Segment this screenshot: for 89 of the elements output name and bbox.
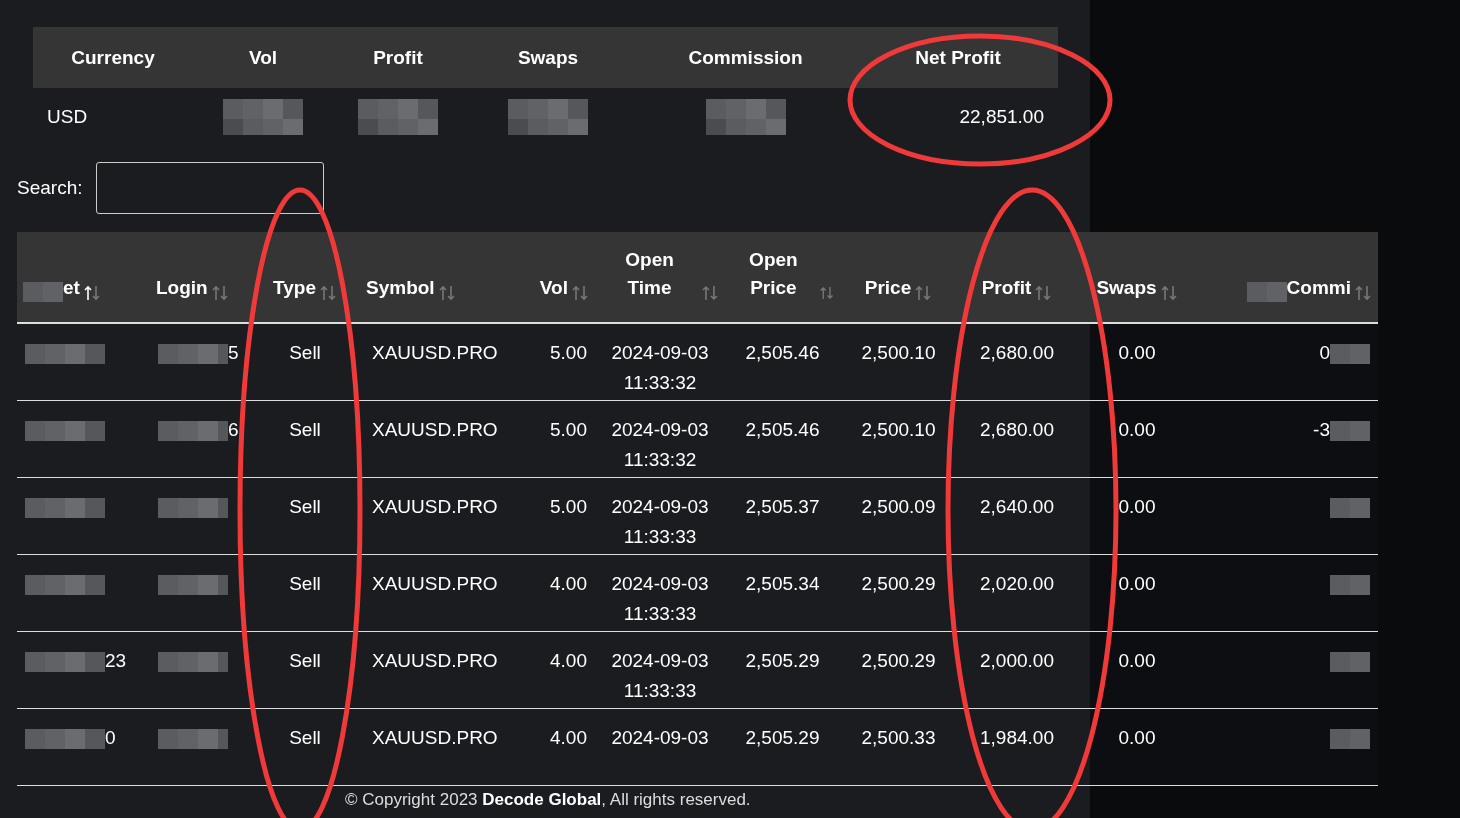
table-cell: 2,500.29 <box>861 650 936 671</box>
table-cell: 0.00 <box>1118 727 1156 748</box>
table-cell: 23 <box>105 650 127 671</box>
table-cell: 0.00 <box>1118 342 1156 363</box>
table-cell: 2,500.33 <box>861 727 936 748</box>
table-cell: 2024-09-03 11:33:32 <box>611 419 709 470</box>
column-header[interactable]: Open Time <box>601 246 699 302</box>
table-cell: 5.00 <box>550 342 587 363</box>
table-cell: 4.00 <box>550 727 587 748</box>
table-cell: USD <box>47 106 88 128</box>
column-header[interactable]: Price <box>864 274 912 302</box>
table-cell: Sell <box>289 650 321 671</box>
redaction-drawing <box>1330 652 1370 672</box>
table-cell: 2024-09-03 11:33:32 <box>611 342 709 393</box>
table-cell: Sell <box>289 342 321 363</box>
table-cell: XAUUSD.PRO <box>372 496 498 517</box>
table-cell: 2,640.00 <box>980 496 1054 517</box>
copyright-text: © Copyright 2023 Decode Global, All rights reserved. <box>345 790 752 810</box>
table-cell: 2024-09-03 11:33:33 <box>611 573 709 624</box>
column-header: Vol <box>193 27 333 88</box>
search-label: Search: <box>17 177 83 199</box>
table-cell: 5 <box>228 342 239 363</box>
table-cell: 4.00 <box>550 573 587 594</box>
table-cell: XAUUSD.PRO <box>372 650 498 671</box>
redaction-drawing <box>1330 421 1370 441</box>
table-cell: 0.00 <box>1118 573 1156 594</box>
table-cell: XAUUSD.PRO <box>372 419 498 440</box>
table-cell: 2,505.29 <box>745 650 820 671</box>
table-cell: 5.00 <box>550 419 587 440</box>
table-cell: 2,500.29 <box>861 573 936 594</box>
column-header: Swaps <box>463 27 633 88</box>
redaction-drawing <box>158 729 228 749</box>
column-header[interactable]: Type <box>273 274 316 302</box>
table-cell: 2,505.46 <box>745 342 820 363</box>
table-cell: 0.00 <box>1118 650 1156 671</box>
search-field[interactable] <box>96 162 325 214</box>
table-cell: 2,680.00 <box>980 342 1054 363</box>
redaction-drawing <box>158 652 228 672</box>
table-cell: 2,020.00 <box>980 573 1054 594</box>
table-cell: 4.00 <box>550 650 587 671</box>
table-cell: XAUUSD.PRO <box>372 342 498 363</box>
sort-icon[interactable] <box>82 284 101 302</box>
table-cell: 6 <box>228 419 239 440</box>
table-cell: 2,500.10 <box>861 342 936 363</box>
column-header: Profit <box>333 27 463 88</box>
table-cell: -3 <box>1313 419 1330 440</box>
table-cell: 2,000.00 <box>980 650 1054 671</box>
table-cell: 22,851.00 <box>959 106 1044 128</box>
table-cell: XAUUSD.PRO <box>372 573 498 594</box>
column-header: Currency <box>33 27 193 88</box>
table-cell: 2,500.10 <box>861 419 936 440</box>
column-header[interactable]: Commi <box>1286 274 1351 302</box>
table-cell: Sell <box>289 573 321 594</box>
table-cell: Sell <box>289 727 321 748</box>
table-cell: 1,984.00 <box>980 727 1054 748</box>
table-cell: Sell <box>289 419 321 440</box>
column-header[interactable]: Symbol <box>366 274 435 302</box>
column-header: Net Profit <box>858 27 1058 88</box>
table-cell: 0 <box>1319 342 1330 363</box>
table-cell: 2,505.29 <box>745 727 820 748</box>
table-cell: 2,505.37 <box>745 496 820 517</box>
table-cell: 2024-09-03 11:33:33 <box>611 496 709 547</box>
redaction-drawing <box>1330 344 1370 364</box>
redaction-drawing <box>1330 498 1370 518</box>
table-cell: 2,505.34 <box>745 573 820 594</box>
table-cell: 0.00 <box>1118 496 1156 517</box>
table-cell: XAUUSD.PRO <box>372 727 498 748</box>
redaction-drawing <box>158 498 228 518</box>
table-cell: 2,505.46 <box>745 419 820 440</box>
table-cell: Sell <box>289 496 321 517</box>
column-header[interactable]: Login <box>156 274 208 302</box>
table-cell: 5.00 <box>550 496 587 517</box>
redaction-drawing <box>158 421 228 441</box>
column-header[interactable]: Profit <box>981 274 1032 302</box>
redaction-drawing <box>158 575 228 595</box>
column-header[interactable]: Vol <box>539 274 568 302</box>
redaction-drawing <box>1330 729 1370 749</box>
table-cell: 0 <box>105 727 116 748</box>
table-cell: 2,500.09 <box>861 496 936 517</box>
table-cell: 2024-09-03 <box>611 727 709 748</box>
redaction-drawing <box>1330 575 1370 595</box>
table-cell: 2024-09-03 11:33:33 <box>611 650 709 701</box>
redaction-drawing <box>158 344 228 364</box>
column-header[interactable]: et <box>63 274 80 302</box>
column-header[interactable]: Swaps <box>1096 274 1157 302</box>
column-header: Commission <box>633 27 858 88</box>
table-cell: 2,680.00 <box>980 419 1054 440</box>
table-cell: 0.00 <box>1118 419 1156 440</box>
column-header[interactable]: Open Price <box>731 246 816 302</box>
